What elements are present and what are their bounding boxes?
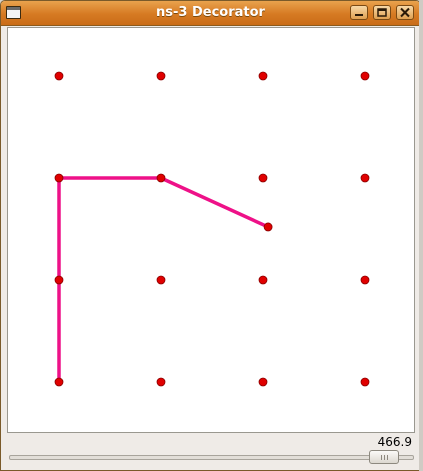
minimize-icon (355, 14, 363, 16)
topology-canvas[interactable] (7, 27, 415, 433)
network-node[interactable] (156, 173, 166, 183)
grip-line (384, 455, 385, 460)
topology-drawing (54, 71, 370, 387)
network-node[interactable] (360, 377, 370, 387)
network-node[interactable] (54, 275, 64, 285)
minimize-button[interactable] (350, 5, 368, 20)
network-node[interactable] (156, 71, 166, 81)
network-node[interactable] (156, 377, 166, 387)
mobile-node[interactable] (263, 222, 273, 232)
time-slider-track[interactable] (9, 455, 414, 460)
app-window: ns-3 Decorator 466.9 (0, 0, 421, 471)
network-node[interactable] (258, 275, 268, 285)
time-slider-handle[interactable] (369, 450, 399, 464)
maximize-icon (377, 8, 387, 17)
network-node[interactable] (360, 173, 370, 183)
background-strip (419, 0, 423, 471)
close-icon (400, 7, 410, 18)
maximize-button[interactable] (373, 5, 391, 20)
grip-line (387, 455, 388, 460)
network-node[interactable] (258, 71, 268, 81)
network-node[interactable] (360, 275, 370, 285)
grip-line (381, 455, 382, 460)
simulation-time-label: 466.9 (377, 435, 412, 449)
network-node[interactable] (54, 173, 64, 183)
network-node[interactable] (156, 275, 166, 285)
network-node[interactable] (258, 173, 268, 183)
title-bar[interactable]: ns-3 Decorator (1, 1, 420, 26)
close-button[interactable] (396, 5, 414, 20)
network-node[interactable] (54, 377, 64, 387)
network-node[interactable] (360, 71, 370, 81)
network-node[interactable] (258, 377, 268, 387)
network-node[interactable] (54, 71, 64, 81)
